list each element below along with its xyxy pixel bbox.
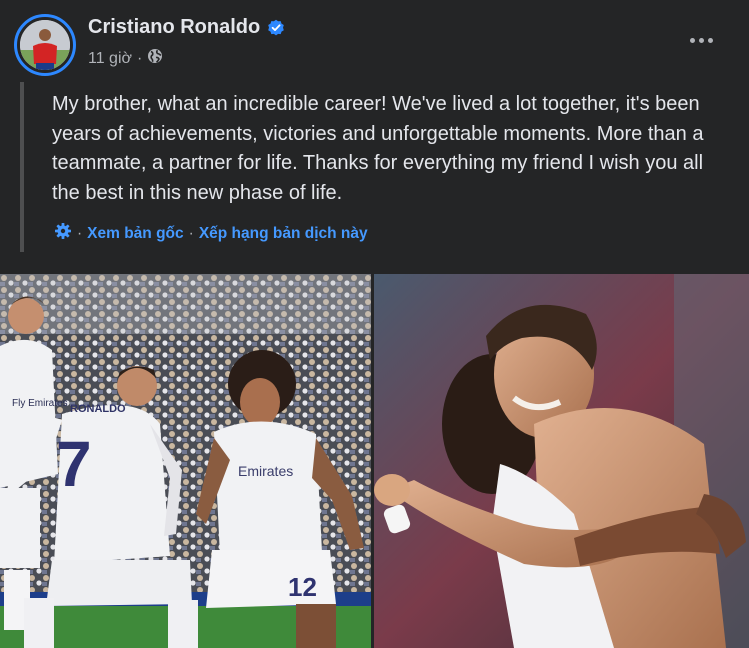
photo-hug-right[interactable] [374, 274, 749, 648]
post-time[interactable]: 11 giờ [88, 50, 132, 68]
jersey-number-7: 7 [56, 428, 92, 500]
post-text: My brother, what an incredible career! W… [52, 93, 704, 204]
post-meta: 11 giờ · [88, 48, 163, 69]
profile-avatar-ring[interactable] [14, 14, 76, 76]
jersey-name: RONALDO [70, 403, 126, 415]
avatar[interactable] [20, 20, 70, 70]
gear-icon[interactable] [54, 222, 72, 245]
verified-badge-icon [267, 19, 285, 37]
translation-bar: · Xem bản gốc · Xếp hạng bản dịch này [54, 222, 368, 245]
author-name[interactable]: Cristiano Ronaldo [88, 16, 260, 39]
more-options-icon[interactable] [683, 28, 719, 52]
jersey-number-12: 12 [288, 572, 317, 602]
rate-translation-link[interactable]: Xếp hạng bản dịch này [199, 225, 368, 243]
translation-separator: · [77, 224, 83, 242]
post-header: Cristiano Ronaldo 11 giờ · [0, 0, 749, 80]
sponsor-left-text: Fly Emirates [12, 398, 68, 409]
author-name-row: Cristiano Ronaldo [88, 16, 285, 39]
globe-icon[interactable] [147, 48, 163, 69]
see-original-link[interactable]: Xem bản gốc [87, 225, 183, 243]
photo-celebration-left[interactable]: Fly Emirates RONALDO 7 Emirates 12 [0, 274, 371, 648]
translation-separator: · [188, 224, 194, 242]
sponsor-text: Emirates [238, 463, 293, 479]
photo-grid: Fly Emirates RONALDO 7 Emirates 12 [0, 274, 749, 648]
meta-separator: · [137, 49, 143, 67]
post-body: My brother, what an incredible career! W… [20, 82, 730, 252]
avatar-image [20, 20, 70, 70]
